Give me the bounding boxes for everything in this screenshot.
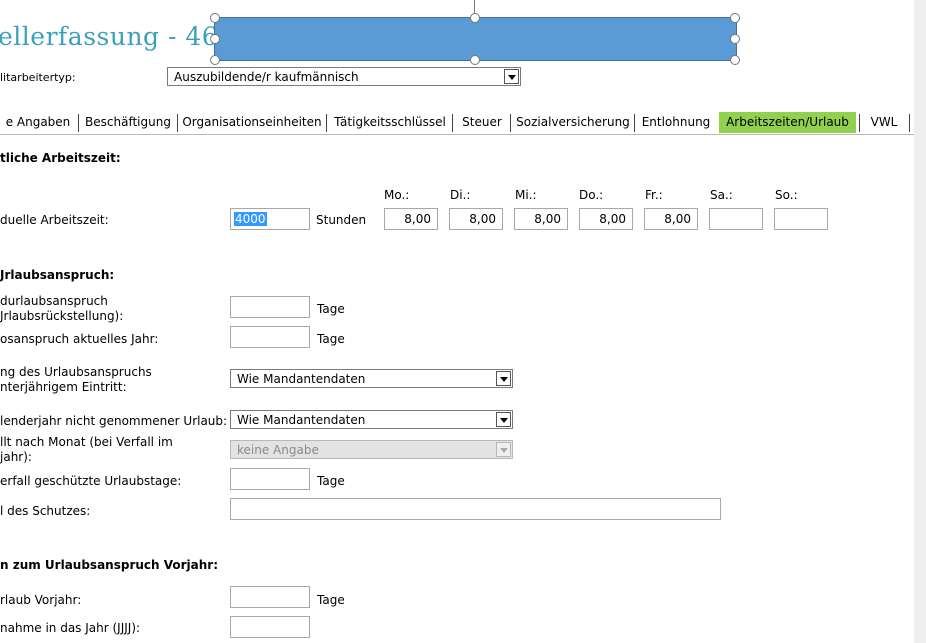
resize-handle-left[interactable] xyxy=(210,34,220,44)
hours-unit-label: Stunden xyxy=(316,213,367,227)
page-title: ellerfassung - 46 xyxy=(0,22,219,51)
current-vacation-input[interactable] xyxy=(230,326,310,348)
tab-taetigkeitsschluessel[interactable]: Tätigkeitsschlüssel xyxy=(330,112,450,133)
not-taken-vacation-select[interactable]: Wie Mandantendaten xyxy=(230,410,513,429)
day-input-mi[interactable]: 8,00 xyxy=(514,208,568,230)
current-vacation-label: osanspruch aktuelles Jahr: xyxy=(0,332,159,346)
day-label-so: So.: xyxy=(775,188,798,202)
day-input-so[interactable] xyxy=(774,208,828,230)
tab-divider xyxy=(326,114,327,132)
expiry-month-select: keine Angabe xyxy=(230,440,513,459)
day-input-do[interactable]: 8,00 xyxy=(579,208,633,230)
prev-year-section-title: n zum Urlaubsanspruch Vorjahr: xyxy=(0,558,219,572)
day-label-sa: Sa.: xyxy=(710,188,733,202)
day-label-do: Do.: xyxy=(579,188,604,202)
tab-beschaeftigung[interactable]: Beschäftigung xyxy=(82,112,174,133)
tab-divider xyxy=(510,114,511,132)
day-label-di: Di.: xyxy=(450,188,471,202)
base-vacation-input[interactable] xyxy=(230,296,310,318)
day-label-mo: Mo.: xyxy=(384,188,410,202)
worktime-hours-value: 4000 xyxy=(234,212,267,226)
day-input-di[interactable]: 8,00 xyxy=(449,208,503,230)
tab-divider xyxy=(634,114,635,132)
protected-days-input[interactable] xyxy=(230,468,310,490)
prev-year-vacation-input[interactable] xyxy=(230,586,310,608)
calc-vacation-select[interactable]: Wie Mandantendaten xyxy=(230,369,513,388)
expiry-label-line1: llt nach Monat (bei Verfall im xyxy=(0,435,173,449)
resize-handle-top[interactable] xyxy=(470,13,480,23)
tab-divider xyxy=(909,114,910,132)
protected-days-label: erfall geschützte Urlaubstage: xyxy=(0,474,182,488)
resize-handle-bottom-left[interactable] xyxy=(210,55,220,65)
calc-vacation-label-line2: nterjährigem Eintritt: xyxy=(0,380,127,394)
transfer-year-input[interactable] xyxy=(230,616,310,638)
tab-sozialversicherung[interactable]: Sozialversicherung xyxy=(514,112,632,133)
dropdown-arrow-icon[interactable] xyxy=(496,412,511,427)
dropdown-arrow-icon[interactable] xyxy=(496,371,511,386)
protection-reason-label: l des Schutzes: xyxy=(0,504,91,518)
tab-divider xyxy=(859,114,860,132)
dropdown-arrow-icon[interactable] xyxy=(504,69,519,84)
protected-days-unit: Tage xyxy=(317,474,345,488)
day-label-fr: Fr.: xyxy=(645,188,663,202)
tab-steuer[interactable]: Steuer xyxy=(456,112,508,133)
tab-vwl[interactable]: VWL xyxy=(862,112,906,133)
base-vacation-label-line2: Jrlaubsrückstellung): xyxy=(0,309,124,323)
right-scroll-area xyxy=(914,0,926,643)
resize-handle-bottom[interactable] xyxy=(470,55,480,65)
day-input-mo[interactable]: 8,00 xyxy=(384,208,438,230)
resize-handle-top-right[interactable] xyxy=(730,13,740,23)
calc-vacation-value: Wie Mandantendaten xyxy=(237,372,366,386)
base-vacation-unit: Tage xyxy=(317,302,345,316)
worktime-hours-input[interactable]: 4000 xyxy=(230,208,310,230)
tab-divider xyxy=(177,114,178,132)
tab-entlohnung[interactable]: Entlohnung xyxy=(638,112,714,133)
not-taken-vacation-value: Wie Mandantendaten xyxy=(237,413,366,427)
employee-type-label: litarbeitertyp: xyxy=(0,71,76,84)
prev-year-vacation-label: rlaub Vorjahr: xyxy=(0,593,82,607)
not-taken-vacation-label: lenderjahr nicht genommener Urlaub: xyxy=(0,414,228,428)
resize-handle-right[interactable] xyxy=(730,34,740,44)
current-vacation-unit: Tage xyxy=(317,332,345,346)
prev-year-vacation-unit: Tage xyxy=(317,593,345,607)
tab-arbeitszeiten-urlaub[interactable]: Arbeitszeiten/Urlaub xyxy=(719,112,856,133)
day-label-mi: Mi.: xyxy=(515,188,537,202)
expiry-label-line2: jahr): xyxy=(0,450,32,464)
worktime-section-title: tliche Arbeitszeit: xyxy=(0,151,121,165)
worktime-label: duelle Arbeitszeit: xyxy=(0,213,109,227)
resize-handle-bottom-right[interactable] xyxy=(730,55,740,65)
tab-organisationseinheiten[interactable]: Organisationseinheiten xyxy=(181,112,323,133)
expiry-month-value: keine Angabe xyxy=(237,443,319,457)
tab-angaben[interactable]: e Angaben xyxy=(0,112,76,133)
day-input-sa[interactable] xyxy=(709,208,763,230)
resize-handle-top-left[interactable] xyxy=(210,13,220,23)
protection-reason-input[interactable] xyxy=(230,498,721,520)
calc-vacation-label-line1: ng des Urlaubsanspruchs xyxy=(0,365,152,379)
tab-divider xyxy=(452,114,453,132)
day-input-fr[interactable]: 8,00 xyxy=(644,208,698,230)
vacation-section-title: Jrlaubsanspruch: xyxy=(0,268,115,282)
tab-divider xyxy=(78,114,79,132)
base-vacation-label-line1: durlaubsanspruch xyxy=(0,294,108,308)
employee-type-value: Auszubildende/r kaufmännisch xyxy=(174,70,359,84)
transfer-year-label: nahme in das Jahr (JJJJ): xyxy=(0,621,141,635)
dropdown-arrow-icon xyxy=(496,442,511,457)
employee-type-select[interactable]: Auszubildende/r kaufmännisch xyxy=(167,67,521,86)
